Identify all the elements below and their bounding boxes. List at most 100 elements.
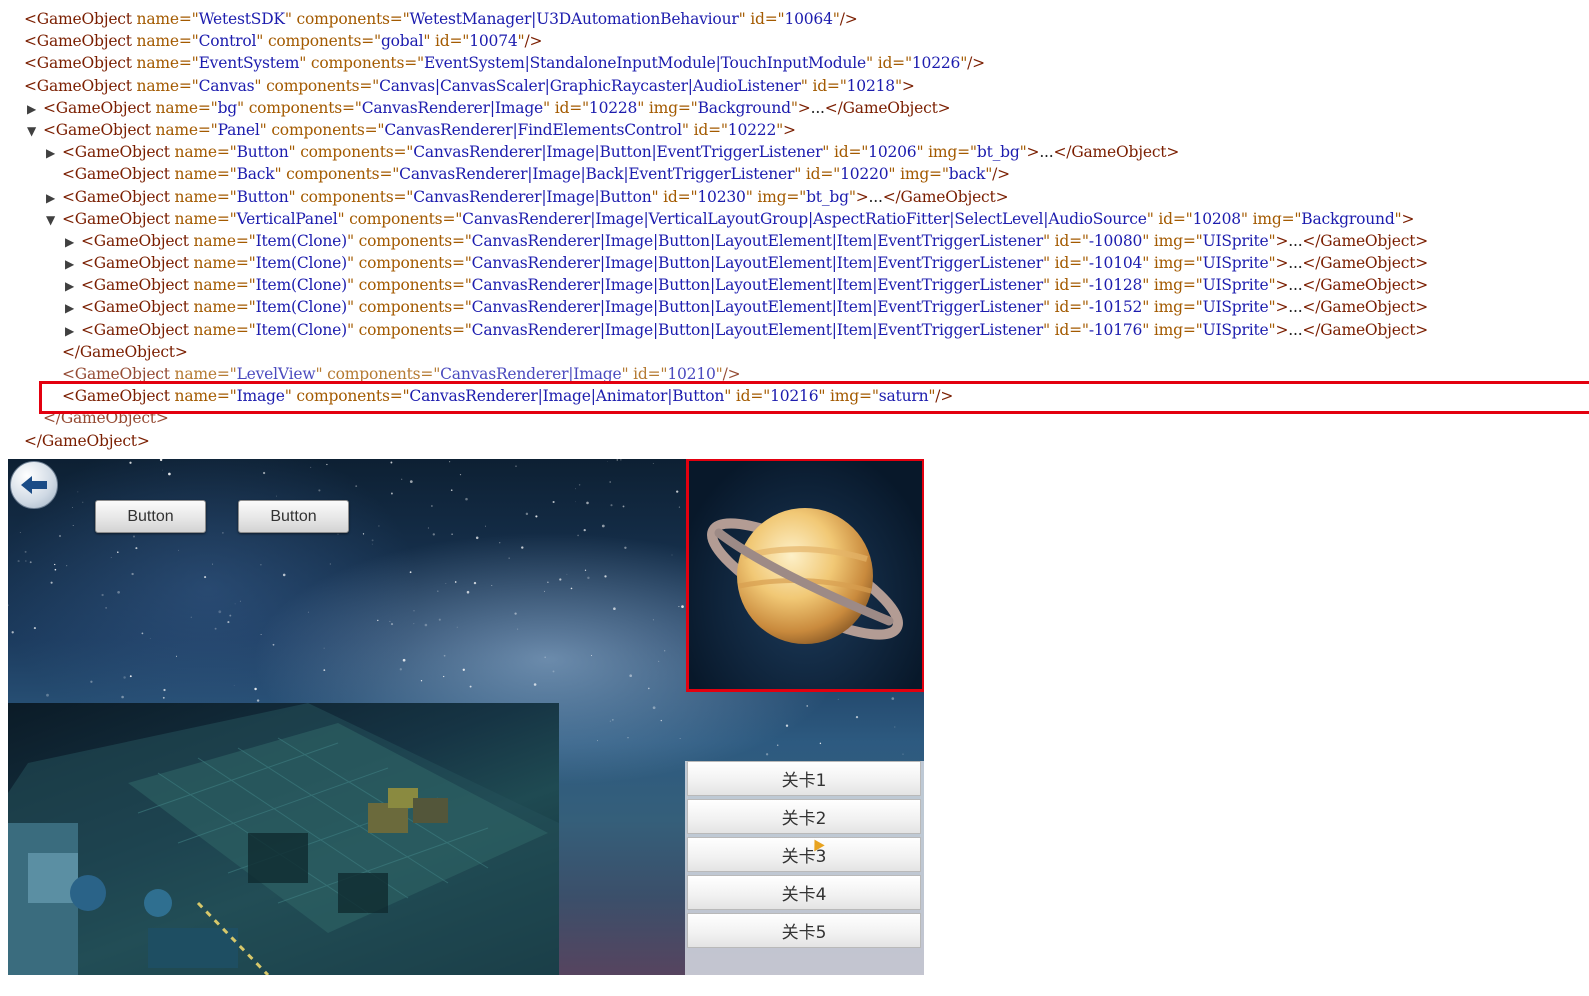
attr-punct: =" [341, 98, 362, 117]
tag-name: GameObject [1320, 254, 1416, 273]
tree-node[interactable]: ▼ <GameObject name="Panel" components="Ca… [8, 119, 1588, 141]
star [610, 504, 613, 507]
attr-name: components [266, 76, 360, 95]
saturn-image[interactable] [686, 459, 924, 692]
star [547, 581, 549, 583]
attr-value: Item(Clone) [255, 320, 348, 339]
attr-name: img [1153, 320, 1183, 339]
tree-node[interactable]: ▶ <GameObject name="Item(Clone)" componen… [8, 319, 1588, 341]
tree-node[interactable]: </GameObject> [8, 430, 1588, 452]
collapsed-triangle-icon[interactable]: ▶ [65, 320, 81, 342]
attr-name: id [877, 54, 893, 73]
collapsed-triangle-icon[interactable]: ▶ [65, 231, 81, 253]
star [459, 473, 462, 476]
star [132, 535, 136, 538]
tree-node[interactable]: <GameObject name="Back" components="Canv… [8, 163, 1588, 185]
star [260, 564, 262, 566]
tree-node[interactable]: ▶ <GameObject name="Item(Clone)" componen… [8, 274, 1588, 296]
tree-node[interactable]: ▶ <GameObject name="bg" components="Canva… [8, 97, 1588, 119]
level-preview-scene [8, 703, 559, 975]
star [54, 563, 56, 566]
tag-punct: > [1415, 320, 1429, 339]
attr-value: Item(Clone) [255, 276, 348, 295]
tree-node[interactable]: <GameObject name="Canvas" components="Ca… [8, 75, 1588, 97]
tree-node[interactable]: ▶ <GameObject name="Button" components="C… [8, 141, 1588, 163]
vertical-panel: 关卡1 关卡2 关卡3 关卡4 关卡5 [685, 761, 924, 975]
attr-punct: =" [451, 298, 472, 317]
star [575, 488, 576, 490]
star [525, 512, 529, 516]
attr-punct: =" [1069, 298, 1089, 317]
star [612, 719, 614, 721]
attr-name: components [271, 120, 365, 139]
attr-value: Item(Clone) [255, 231, 348, 250]
star [819, 742, 822, 745]
level-item-4[interactable]: 关卡4 [687, 875, 921, 910]
level-item-5[interactable]: 关卡5 [687, 913, 921, 948]
tree-node[interactable]: <GameObject name="EventSystem" component… [8, 52, 1588, 74]
level-item-3[interactable]: 关卡3 [687, 837, 921, 872]
tree-node[interactable]: </GameObject> [8, 341, 1588, 363]
attr-punct: =" [359, 76, 380, 95]
attr-value: UISprite [1202, 320, 1269, 339]
tag-punct: > [1415, 276, 1429, 295]
star [409, 480, 413, 483]
tree-node[interactable]: ▶ <GameObject name="Button" components="C… [8, 186, 1588, 208]
tag-punct: < [24, 54, 37, 73]
star [499, 542, 501, 544]
star [50, 581, 53, 584]
collapsed-triangle-icon[interactable]: ▶ [65, 253, 81, 275]
star [462, 668, 465, 671]
star [409, 571, 412, 574]
expanded-triangle-icon[interactable]: ▼ [27, 120, 43, 142]
button-1[interactable]: Button [95, 500, 206, 533]
attr-punct: =" [1069, 231, 1089, 250]
star [586, 501, 589, 505]
attr-name: components [358, 298, 452, 317]
attr-name: id [833, 143, 849, 162]
tree-node[interactable]: ▶ <GameObject name="Item(Clone)" componen… [8, 296, 1588, 318]
collapsed-triangle-icon[interactable]: ▶ [27, 98, 43, 120]
attr-value: CanvasRenderer|Image|Button [413, 187, 652, 206]
star [135, 547, 138, 550]
attr-punct: " [1042, 231, 1050, 250]
attr-punct: =" [892, 54, 912, 73]
star [8, 604, 9, 606]
tree-node[interactable]: ▶ <GameObject name="Item(Clone)" componen… [8, 252, 1588, 274]
ellipsis: ... [1288, 276, 1303, 295]
star [508, 557, 510, 559]
tag-punct: > [1275, 298, 1289, 317]
star [239, 600, 241, 602]
level-item-2[interactable]: 关卡2 [687, 799, 921, 834]
star [234, 603, 236, 605]
star [891, 697, 895, 700]
expanded-triangle-icon[interactable]: ▼ [46, 209, 62, 231]
tag-name: GameObject [36, 54, 132, 73]
attr-value: CanvasRenderer|Image|Button|LayoutElemen… [471, 298, 1044, 317]
attr-name: name [136, 76, 179, 95]
button-2[interactable]: Button [238, 500, 349, 533]
level-item-1[interactable]: 关卡1 [687, 761, 921, 796]
tag-name: GameObject [36, 32, 132, 51]
back-button[interactable] [10, 461, 58, 509]
star [129, 675, 132, 678]
tree-node[interactable]: ▼ <GameObject name="VerticalPanel" compon… [8, 208, 1588, 230]
collapsed-triangle-icon[interactable]: ▶ [46, 187, 62, 209]
star [664, 650, 666, 652]
tag-punct: > [1275, 320, 1289, 339]
collapsed-triangle-icon[interactable]: ▶ [65, 297, 81, 319]
collapsed-triangle-icon[interactable]: ▶ [65, 275, 81, 297]
tag-name: GameObject [93, 320, 189, 339]
tree-node[interactable]: ▶ <GameObject name="Item(Clone)" componen… [8, 230, 1588, 252]
attr-value: Canvas|CanvasScaler|GraphicRaycaster|Aud… [379, 76, 801, 95]
collapsed-triangle-icon[interactable]: ▶ [46, 142, 62, 164]
star [222, 532, 224, 534]
star [233, 684, 235, 686]
attr-value: 10222 [727, 120, 777, 139]
star [402, 658, 406, 662]
tree-node[interactable]: <GameObject name="WetestSDK" components=… [8, 8, 1588, 30]
tag-punct: > [995, 187, 1009, 206]
tag-punct: < [24, 76, 37, 95]
star [616, 459, 619, 461]
tree-node[interactable]: <GameObject name="Control" components="g… [8, 30, 1588, 52]
